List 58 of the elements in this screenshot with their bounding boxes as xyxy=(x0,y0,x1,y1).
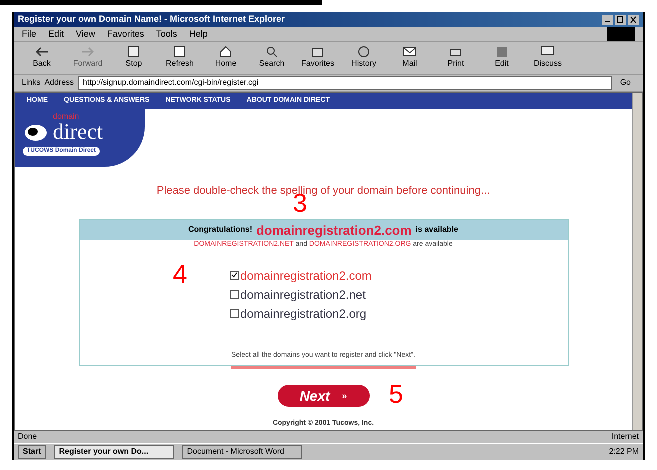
toolbar-button[interactable]: Discuss xyxy=(528,46,568,70)
go-button[interactable]: Go xyxy=(616,76,635,89)
menu-item[interactable]: Favorites xyxy=(107,28,144,42)
home-icon xyxy=(220,46,232,58)
toolbar-button[interactable]: Stop xyxy=(114,46,154,70)
menu-item[interactable]: Help xyxy=(189,28,208,42)
toolbar-button[interactable]: Forward xyxy=(68,46,108,70)
toolbar-button[interactable]: History xyxy=(344,46,384,70)
annotation-number: 4 xyxy=(173,260,188,287)
domain-checkbox[interactable] xyxy=(230,309,238,318)
scrollbar[interactable] xyxy=(632,92,642,430)
address-label: Address xyxy=(44,76,74,89)
congratulations-text: Congratulations! xyxy=(188,224,252,236)
start-button[interactable]: Start xyxy=(18,444,46,459)
status-text: Done xyxy=(18,430,38,443)
check-icon xyxy=(230,272,238,280)
stop-icon xyxy=(128,46,140,58)
taskbar-button[interactable]: Register your own Do... xyxy=(54,444,174,459)
forward-arrow-icon xyxy=(81,46,95,58)
next-button[interactable]: Next » xyxy=(278,385,370,408)
toolbar-button[interactable]: Edit xyxy=(482,46,522,70)
menu-item[interactable]: File xyxy=(22,28,37,42)
toolbar-button[interactable]: Favorites xyxy=(298,46,338,70)
logo-text: direct xyxy=(53,120,104,143)
minimize-button[interactable] xyxy=(602,14,613,25)
menu-item[interactable]: View xyxy=(76,28,96,42)
maximize-button[interactable] xyxy=(615,14,626,25)
discussion-icon xyxy=(541,46,555,58)
back-arrow-icon xyxy=(35,46,49,58)
menu-item[interactable]: Edit xyxy=(48,28,64,42)
domain-option-label: domainregistration2.com xyxy=(240,268,372,285)
toolbar-button[interactable]: Print xyxy=(436,46,476,70)
address-field[interactable]: http://signup.domaindirect.com/cgi-bin/register.cgi xyxy=(78,76,612,90)
folder-icon xyxy=(312,46,324,58)
available-text: is available xyxy=(416,224,458,236)
toolbar-button[interactable]: Search xyxy=(252,46,292,70)
clock-text: 2:22 PM xyxy=(609,446,639,458)
menu-item[interactable]: Tools xyxy=(156,28,178,42)
search-icon xyxy=(266,46,278,58)
envelope-icon xyxy=(403,46,417,58)
toolbar-button[interactable]: Home xyxy=(206,46,246,70)
toolbar-button[interactable]: Back xyxy=(22,46,62,70)
address-label: Links xyxy=(22,76,41,89)
domain-option-label: domainregistration2.net xyxy=(240,286,366,304)
logo-text: domain xyxy=(53,112,80,121)
window-title: Register your own Domain Name! - Microsoft Internet Explorer xyxy=(18,12,286,26)
annotation-number: 5 xyxy=(389,380,404,407)
zone-text: Internet xyxy=(612,430,639,443)
domain-checkbox[interactable] xyxy=(230,290,238,300)
available-domain: domainregistration2.com xyxy=(256,222,412,240)
toolbar-button[interactable]: Mail xyxy=(390,46,430,70)
domain-option-label: domainregistration2.org xyxy=(240,306,367,323)
toolbar-button[interactable]: Refresh xyxy=(160,46,200,70)
domain-checkbox[interactable] xyxy=(230,271,238,280)
globe-icon xyxy=(358,46,370,58)
close-button[interactable] xyxy=(628,14,639,25)
refresh-icon xyxy=(174,46,186,58)
taskbar-button[interactable]: Document - Microsoft Word xyxy=(182,444,302,459)
